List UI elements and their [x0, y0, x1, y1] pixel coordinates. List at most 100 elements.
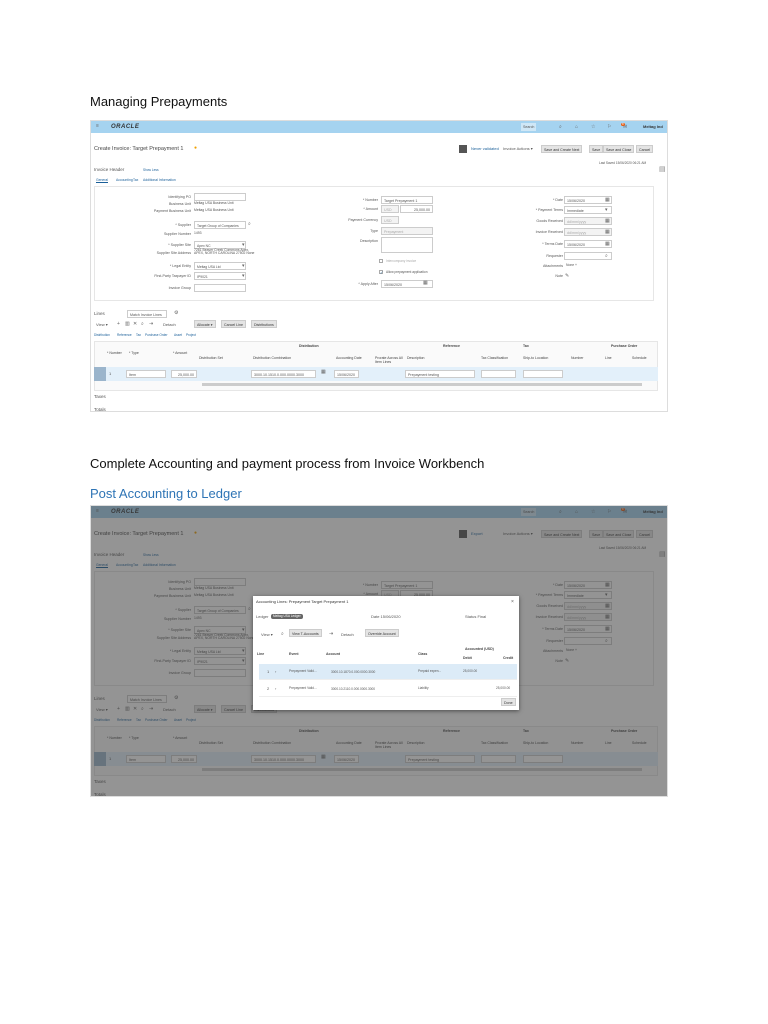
field-0[interactable]	[194, 193, 246, 201]
hamburger-menu-icon[interactable]: ≡	[96, 123, 99, 129]
ship-to-location-select[interactable]	[523, 370, 563, 378]
column-header: Prorate Across All Item Lines	[375, 356, 403, 364]
favorite-star-icon[interactable]: ☆	[591, 124, 595, 130]
row-account[interactable]: 3000.10.1870.0.000.0000.3000	[331, 670, 375, 674]
line-amount-input[interactable]: 25,000.00	[171, 370, 197, 378]
home-icon[interactable]: ⌂	[575, 124, 578, 130]
line-description-input[interactable]: Prepayment testing	[405, 370, 475, 378]
dialog-close-button[interactable]: ×	[511, 600, 514, 605]
field-label: Invoice Group	[168, 286, 191, 290]
match-invoice-lines-select[interactable]: Match Invoice Lines	[127, 310, 167, 318]
tab-accounting[interactable]: Accounting	[116, 178, 133, 182]
row-selector[interactable]	[94, 367, 106, 381]
calendar-icon[interactable]: ▦	[605, 241, 610, 247]
calendar-icon[interactable]: ▦	[605, 197, 610, 203]
lines-tab-reference[interactable]: Reference	[117, 333, 132, 337]
field-9[interactable]	[194, 284, 246, 292]
lines-section-toggle[interactable]: Lines	[94, 311, 105, 317]
field-3[interactable]: Target Group of Companies	[194, 221, 246, 229]
search-input[interactable]: Search	[521, 123, 537, 131]
user-menu[interactable]: Meltag Ind	[643, 125, 663, 129]
cancel-line-button[interactable]: Cancel Line	[221, 320, 246, 328]
lines-tab-project[interactable]: Project	[186, 333, 196, 337]
query-icon[interactable]: ⌕	[281, 631, 284, 637]
field-value[interactable]: None +	[566, 263, 577, 267]
row-class: Prepaid expen...	[418, 669, 442, 673]
horizontal-scrollbar[interactable]	[202, 383, 642, 386]
field-amount[interactable]: USD	[381, 205, 399, 213]
validation-status-link[interactable]: Never validated	[471, 147, 499, 151]
side-panel-icon[interactable]: ▤	[659, 166, 666, 173]
tab-tax[interactable]: Tax	[133, 178, 138, 182]
totals-section-toggle[interactable]: Totals	[94, 407, 106, 411]
tab-additional-information[interactable]: Additional Information	[143, 178, 176, 182]
field-paymentcurrency[interactable]: USD	[381, 216, 399, 224]
field-label: Supplier Number	[164, 232, 191, 236]
show-less-link[interactable]: Show Less	[143, 168, 159, 172]
save-and-create-next-button[interactable]: Save and Create Next	[541, 145, 583, 153]
supplier-search-icon[interactable]: ⌕	[248, 221, 251, 227]
edit-icon[interactable]: ▥	[125, 321, 130, 327]
distributions-button[interactable]: Distributions	[251, 320, 277, 328]
dialog-status: Status Final	[465, 614, 487, 619]
field-label: * Amount	[363, 207, 378, 211]
amount-input[interactable]: 25,000.00	[400, 205, 433, 213]
view-menu[interactable]: View ▾	[96, 323, 108, 327]
warning-icon: ●	[194, 145, 198, 151]
dialog-view-menu[interactable]: View ▾	[261, 633, 273, 637]
view-t-accounts-button[interactable]: View T-Accounts	[289, 629, 322, 637]
field-7[interactable]: Meltag USA Ltd	[194, 262, 246, 270]
field-8[interactable]: IP9021	[194, 272, 246, 280]
done-button[interactable]: Done	[501, 698, 516, 706]
row-event: Prepayment Valid...	[289, 669, 317, 673]
dropdown-arrow-icon[interactable]: ▾	[605, 207, 608, 213]
lines-tab-asset[interactable]: Asset	[174, 333, 182, 337]
tab-general[interactable]: General	[96, 178, 109, 184]
field-type[interactable]: Prepayment	[381, 227, 433, 235]
accounting-date-input[interactable]: 15/06/2020	[334, 370, 359, 378]
freeze-icon[interactable]: ⇥	[149, 321, 153, 327]
dropdown-arrow-icon[interactable]: ▾	[242, 273, 245, 279]
expand-icon[interactable]: ›	[275, 670, 276, 674]
dropdown-arrow-icon[interactable]: ▾	[242, 242, 245, 248]
tax-classification-select[interactable]	[481, 370, 516, 378]
detach-button[interactable]: Detach	[163, 323, 176, 327]
taxes-section-toggle[interactable]: Taxes	[94, 394, 106, 400]
search-icon[interactable]: ⌕	[559, 124, 562, 130]
save-and-close-button[interactable]: Save and Close	[603, 145, 635, 153]
lines-tab-tax[interactable]: Tax	[136, 333, 141, 337]
calendar-icon[interactable]: ▦	[605, 229, 610, 235]
distribution-combination-input[interactable]: 3000.10.1510.0.000.0000.3000	[251, 370, 316, 378]
calendar-icon[interactable]: ▦	[605, 218, 610, 224]
oracle-logo[interactable]: ORACLE	[111, 124, 139, 130]
freeze-icon[interactable]: ⇥	[329, 631, 333, 637]
allocate-button[interactable]: Allocate ▾	[194, 320, 216, 328]
account-picker-icon[interactable]: ▦	[321, 369, 326, 375]
expand-icon[interactable]: ›	[275, 687, 276, 691]
invoice-actions-menu[interactable]: Invoice Actions ▾	[503, 147, 533, 151]
dropdown-arrow-icon[interactable]: ▾	[242, 263, 245, 269]
override-account-button[interactable]: Override Account	[365, 629, 399, 637]
checkbox[interactable]	[379, 259, 383, 263]
row-account[interactable]: 3000.10.2110.0.000.0000.3000	[331, 687, 375, 691]
delete-icon[interactable]: ✕	[133, 321, 137, 327]
validation-icon[interactable]	[459, 145, 467, 153]
query-icon[interactable]: ⌕	[141, 321, 144, 327]
dialog-detach-button[interactable]: Detach	[341, 633, 354, 637]
field-6: 7261 Beaver Creek Commons Apex, APEX, NO…	[194, 248, 255, 256]
lines-tab-purchase-order[interactable]: Purchase Order	[145, 333, 168, 337]
note-icon[interactable]: ✎	[565, 273, 569, 279]
cancel-button[interactable]: Cancel	[636, 145, 654, 153]
search-icon[interactable]: ⌕	[605, 253, 608, 259]
flag-icon[interactable]: ⚐	[607, 124, 611, 130]
add-icon[interactable]: +	[117, 321, 120, 327]
invoice-header-toggle[interactable]: Invoice Header	[94, 167, 124, 173]
line-type-select[interactable]: Item	[126, 370, 166, 378]
lines-tab-distribution[interactable]: Distribution	[94, 333, 110, 337]
save-button[interactable]: Save	[589, 145, 604, 153]
field-number[interactable]: Target Prepayment 1	[381, 196, 433, 204]
checkbox[interactable]: ✓	[379, 270, 383, 275]
field-description[interactable]	[381, 237, 433, 253]
settings-icon[interactable]: ⚙	[174, 310, 178, 316]
calendar-icon[interactable]: ▦	[423, 280, 428, 286]
